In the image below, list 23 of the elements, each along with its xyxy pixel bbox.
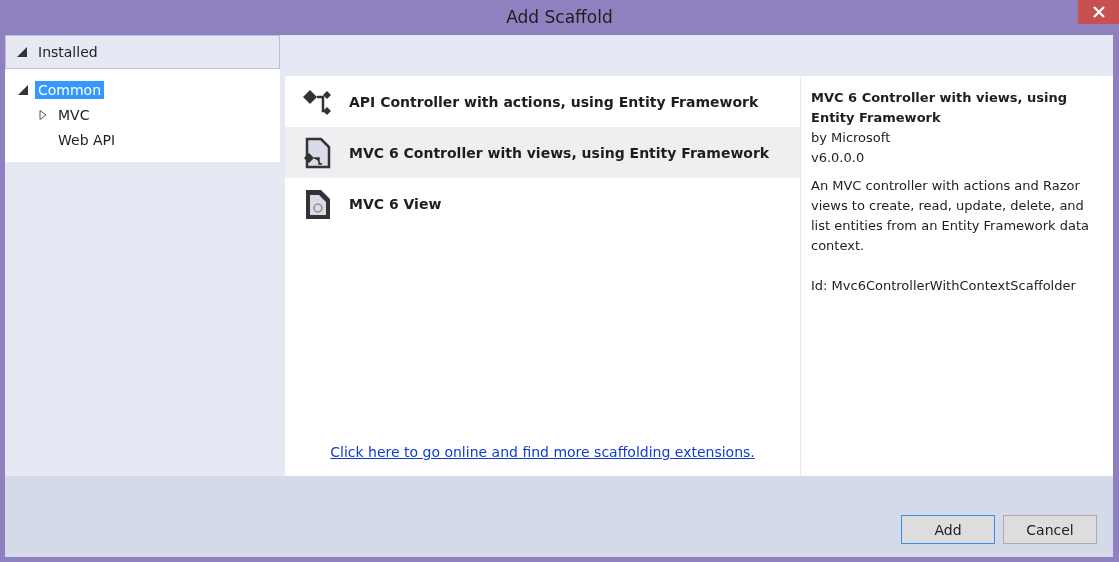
scaffold-item[interactable]: API Controller with actions, using Entity Framework xyxy=(285,76,800,127)
dialog-button[interactable]: Add xyxy=(901,515,995,544)
scaffold-item[interactable]: MVC 6 Controller with views, using Entity Framework xyxy=(285,127,800,178)
dialog-button[interactable]: Cancel xyxy=(1003,515,1097,544)
close-icon xyxy=(1092,6,1105,18)
close-button[interactable] xyxy=(1078,0,1119,24)
tree-item[interactable]: Web API xyxy=(55,130,119,149)
collapsed-icon[interactable] xyxy=(37,108,49,121)
header-label: Installed xyxy=(38,44,98,60)
scaffold-label: MVC 6 Controller with views, using Entity Framework xyxy=(349,144,770,161)
scaffold-item[interactable]: MVC 6 View xyxy=(285,178,800,229)
window-title: Add Scaffold xyxy=(506,6,613,27)
author-text: by Microsoft xyxy=(811,129,892,147)
online-link[interactable]: Click here to go online and find more scaffolding extensions. xyxy=(330,444,755,460)
category-header[interactable]: Installed xyxy=(5,35,280,69)
expanded-icon[interactable] xyxy=(17,83,29,96)
description-text: An MVC controller with actions and Razor views to create, read, update, delete, and list entities from an Entity Framework data context. xyxy=(811,177,1090,255)
version-text: v6.0.0.0 xyxy=(811,149,866,167)
tree-item[interactable]: MVC xyxy=(55,105,93,124)
id-text: Id: Mvc6ControllerWithContextScaffolder xyxy=(811,277,1077,295)
scaffold-label: API Controller with actions, using Entity Framework xyxy=(349,93,759,110)
expanded-icon[interactable] xyxy=(16,46,28,58)
scaffold-label: MVC 6 View xyxy=(349,195,442,212)
